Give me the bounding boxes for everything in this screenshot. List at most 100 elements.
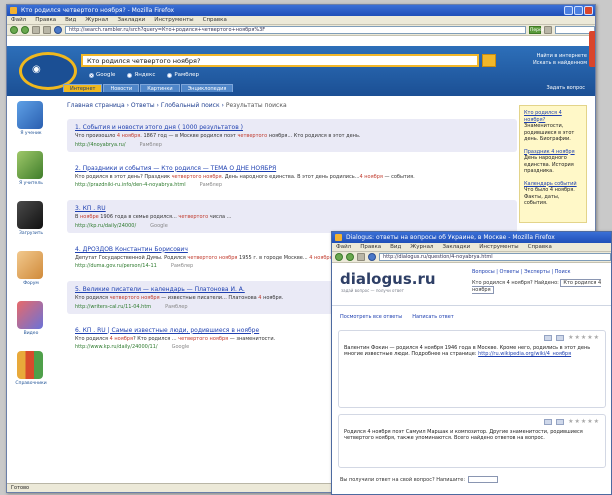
dialogus-menu[interactable]: Вопросы | Ответы | Эксперты | Поиск: [472, 269, 571, 275]
popup-title-bar[interactable]: Dialogus: ответы на вопросы об Украине, …: [332, 232, 611, 243]
nav-download[interactable]: Загрузить: [11, 201, 49, 241]
search-result: 2. Праздники и события — Кто родился — Т…: [67, 160, 517, 193]
back-button[interactable]: [10, 26, 18, 34]
tab-encyclopedia[interactable]: Энциклопедия: [180, 84, 234, 92]
search-engine-icon[interactable]: [544, 26, 552, 34]
side-red-tab[interactable]: [589, 31, 595, 67]
student-icon: [17, 101, 43, 129]
engine-google[interactable]: Google: [89, 72, 115, 78]
result-title-link[interactable]: 3. КП . RU: [75, 205, 512, 212]
result-title-link[interactable]: 1. События и новости этого дня ( 1000 ре…: [75, 124, 512, 131]
menu-view[interactable]: Вид: [65, 16, 76, 24]
dialogus-logo[interactable]: dialogus.ru: [340, 270, 436, 288]
nav-video[interactable]: Видео: [11, 301, 49, 341]
minimize-button[interactable]: [564, 6, 573, 15]
menu-tools[interactable]: Инструменты: [154, 16, 193, 24]
all-answers-link[interactable]: Посмотреть все ответы: [340, 314, 402, 320]
dialogus-browser-window: Dialogus: ответы на вопросы об Украине, …: [331, 231, 612, 495]
menu-history[interactable]: Журнал: [85, 16, 108, 24]
search-result: 3. КП . RU В ноябре 1906 года в семье ро…: [67, 200, 517, 233]
popup-nav-toolbar: http://dialogus.ru/question/4-noyabrya.h…: [332, 252, 611, 263]
nav-forum[interactable]: Форум: [11, 251, 49, 291]
main-title-bar[interactable]: Кто родился четвертого ноября? - Mozilla…: [7, 5, 595, 16]
ask-question-link[interactable]: Задать вопрос: [547, 85, 586, 91]
result-snippet: В ноябре 1906 года в семье родился... че…: [75, 214, 232, 220]
dialogus-header: dialogus.ru задай вопрос — получи ответ …: [332, 264, 611, 306]
popup-window-title: Dialogus: ответы на вопросы об Украине, …: [346, 234, 555, 241]
chart-icon: [17, 301, 43, 329]
popup-address-bar[interactable]: http://dialogus.ru/question/4-noyabrya.h…: [379, 253, 611, 261]
tab-images[interactable]: Картинки: [140, 84, 180, 92]
user-icon: [17, 251, 43, 279]
sponsored-ads-box: Кто родился 4 ноября? Знаменитости, родив…: [519, 105, 587, 223]
home-button[interactable]: [54, 26, 62, 34]
ad-item: Календарь событий Что было 4 ноября. Факт…: [524, 181, 582, 207]
result-url[interactable]: http://4noyabrya.ru/Рамблер: [75, 142, 512, 148]
address-bar[interactable]: http://search.rambler.ru/srch?query=Кто+…: [65, 26, 526, 34]
engine-yandex[interactable]: Яндекс: [127, 72, 155, 78]
radio-icon[interactable]: [89, 72, 94, 78]
nav-teacher[interactable]: Я учитель: [11, 151, 49, 191]
ad-title-link[interactable]: Кто родился 4 ноября?: [524, 110, 582, 123]
crumb-global[interactable]: Глобальный поиск: [161, 102, 220, 109]
home-button[interactable]: [368, 253, 376, 261]
forward-button[interactable]: [346, 253, 354, 261]
firefox-icon: [335, 234, 342, 241]
maximize-button[interactable]: [574, 6, 583, 15]
stop-button[interactable]: [43, 26, 51, 34]
rating-stars-icon[interactable]: ★★★★★: [568, 418, 600, 426]
menu-help[interactable]: Справка: [528, 243, 552, 251]
menu-view[interactable]: Вид: [390, 243, 401, 251]
site-header: ◉ Кто родился четвертого ноября? Google …: [7, 46, 595, 96]
site-search-button[interactable]: [482, 54, 496, 67]
nav-references[interactable]: Справочники: [11, 351, 49, 391]
menu-file[interactable]: Файл: [336, 243, 351, 251]
vote-down-icon[interactable]: [556, 419, 565, 426]
answer-text: Валентин Фокин — родился 4 ноября 1946 г…: [344, 344, 591, 358]
tab-news[interactable]: Новости: [103, 84, 140, 92]
site-link-refine[interactable]: Искать в найденном: [533, 60, 587, 67]
reload-button[interactable]: [32, 26, 40, 34]
close-button[interactable]: [584, 6, 593, 15]
feedback-input[interactable]: [468, 476, 499, 483]
vote-up-icon[interactable]: [544, 419, 553, 426]
site-link-find[interactable]: Найти в интернете: [533, 53, 587, 60]
crumb-home[interactable]: Главная страница: [67, 102, 125, 109]
answer-meta: ★★★★★: [344, 418, 600, 426]
rating-stars-icon[interactable]: ★★★★★: [568, 334, 600, 342]
forward-button[interactable]: [21, 26, 29, 34]
window-controls: [564, 6, 593, 15]
result-url[interactable]: http://kp.ru/daily/24000/Google: [75, 223, 512, 229]
radio-icon[interactable]: [127, 72, 133, 78]
menu-help[interactable]: Справка: [203, 16, 227, 24]
answer-meta: ★★★★★: [344, 334, 600, 342]
answer-link[interactable]: http://ru.wikipedia.org/wiki/4_ноября: [478, 351, 571, 357]
back-button[interactable]: [335, 253, 343, 261]
go-button[interactable]: Перейти: [529, 26, 550, 34]
site-search-input[interactable]: Кто родился четвертого ноября?: [81, 54, 479, 67]
menu-file[interactable]: Файл: [11, 16, 26, 24]
result-url[interactable]: http://prazdniki-ru.info/den-4-noyabrya.…: [75, 182, 512, 188]
ad-item: Кто родился 4 ноября? Знаменитости, родив…: [524, 110, 582, 143]
radio-icon[interactable]: [167, 72, 173, 78]
left-nav: Я ученик Я учитель Загрузить Форум Видео…: [11, 101, 55, 401]
result-snippet: Кто родился в этот день? Праздник четвер…: [75, 173, 415, 180]
reload-button[interactable]: [357, 253, 365, 261]
write-answer-link[interactable]: Написать ответ: [412, 314, 454, 320]
menu-edit[interactable]: Правка: [360, 243, 381, 251]
floppy-icon: [17, 201, 43, 229]
breadcrumb: Главная страница › Ответы › Глобальный п…: [67, 102, 287, 109]
tab-internet[interactable]: Интернет: [63, 84, 103, 92]
menu-edit[interactable]: Правка: [35, 16, 56, 24]
vote-up-icon[interactable]: [544, 335, 553, 342]
menu-history[interactable]: Журнал: [410, 243, 433, 251]
nav-student[interactable]: Я ученик: [11, 101, 49, 141]
main-menu-bar: Файл Правка Вид Журнал Закладки Инструме…: [7, 16, 595, 25]
menu-bookmarks[interactable]: Закладки: [442, 243, 470, 251]
crumb-answers[interactable]: Ответы: [131, 102, 155, 109]
vote-down-icon[interactable]: [556, 335, 565, 342]
engine-rambler[interactable]: Рамблер: [167, 72, 199, 78]
menu-tools[interactable]: Инструменты: [479, 243, 518, 251]
result-title-link[interactable]: 2. Праздники и события — Кто родился — Т…: [75, 165, 512, 172]
menu-bookmarks[interactable]: Закладки: [117, 16, 145, 24]
